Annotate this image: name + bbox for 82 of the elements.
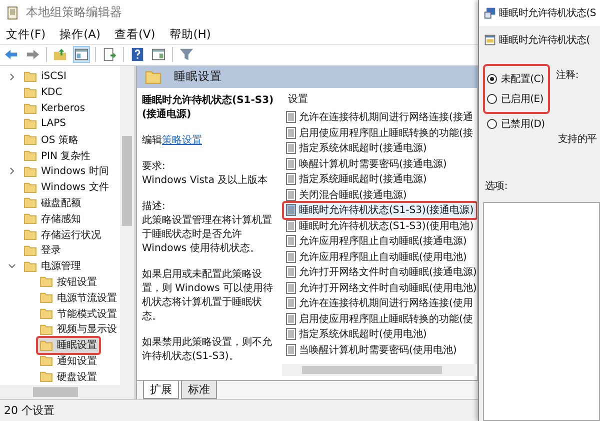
policy-icon <box>286 344 296 356</box>
horizontal-scrollbar[interactable] <box>282 364 477 376</box>
folder-icon <box>24 260 37 272</box>
policy-icon <box>286 297 296 310</box>
radio-indicator[interactable] <box>487 119 497 129</box>
folder-icon <box>24 134 37 146</box>
policy-icon <box>286 312 296 325</box>
folder-icon <box>40 340 53 351</box>
chevron-icon[interactable] <box>8 167 16 176</box>
folder-icon <box>24 71 37 82</box>
window-title: 本地组策略编辑器 <box>26 4 122 22</box>
status-bar: 20 个设置 <box>0 399 478 421</box>
app-icon <box>6 6 20 20</box>
menu-item[interactable]: 帮助(H) <box>169 27 211 42</box>
folder-icon <box>40 371 53 382</box>
tab[interactable]: 扩展 <box>143 381 179 400</box>
policy-icon <box>286 235 296 248</box>
settings-page-icon <box>484 34 496 46</box>
description-label: 描述: <box>142 200 166 214</box>
menu-item[interactable]: 查看(V) <box>114 27 156 42</box>
folder-icon <box>24 118 37 130</box>
radio-indicator[interactable] <box>487 94 497 104</box>
export-icon[interactable] <box>102 47 117 62</box>
folder-icon <box>24 229 37 240</box>
policy-icon <box>286 173 296 186</box>
description-paragraph: 此策略设置管理在将计算机置于睡眠状态时是否允许 Windows 使用待机状态。 <box>142 214 273 256</box>
policy-icon <box>286 250 296 263</box>
folder-icon <box>24 213 37 224</box>
policy-icon <box>286 188 296 201</box>
edit-text: 编辑策略设置 <box>142 134 203 148</box>
description-paragraph: 如果禁用此策略设置，则不允许待机状态(S1-S3)。 <box>142 336 273 364</box>
folder-icon <box>24 166 37 177</box>
policy-icon <box>286 158 296 170</box>
requirements-label: 要求: <box>142 160 166 174</box>
help-icon[interactable] <box>130 47 145 62</box>
column-header: 设置 <box>287 92 309 107</box>
properties-icon[interactable] <box>151 47 166 62</box>
edit-policy-link[interactable]: 策略设置 <box>162 134 202 146</box>
folder-icon <box>145 70 162 84</box>
policy-icon <box>286 111 296 124</box>
policy-icon <box>286 328 296 340</box>
description-paragraph: 如果启用或未配置此策略设置，则 Windows 可以使用待机状态将计算机置于睡眠状态。 <box>142 268 274 324</box>
setting-title: 睡眠时允许待机状态(S1-S3)(接通电源) <box>142 94 275 122</box>
policy-icon <box>286 142 296 154</box>
monitor-icon <box>484 7 496 19</box>
radio-button[interactable]: 未配置(C) <box>487 69 544 89</box>
requirements-text: Windows Vista 及以上版本 <box>142 174 269 188</box>
folder-icon <box>24 86 37 98</box>
dialog-title: 睡眠时允许待机状态(S <box>499 6 596 20</box>
tree-item[interactable]: 睡眠设置 <box>36 336 101 355</box>
dialog-subtitle: 睡眠时允许待机状态( <box>499 34 590 47</box>
panel-icon[interactable] <box>74 47 89 62</box>
radio-button[interactable]: 已启用(E) <box>487 89 544 109</box>
menu-item[interactable]: 文件(F) <box>6 27 46 42</box>
folder-icon <box>24 150 37 162</box>
tab[interactable]: 标准 <box>181 381 217 400</box>
filter-icon[interactable] <box>179 47 194 62</box>
menu-item[interactable]: 操作(A) <box>60 27 100 42</box>
policy-icon <box>286 204 296 216</box>
radio-indicator[interactable] <box>487 74 497 84</box>
policy-icon <box>286 126 296 139</box>
comment-label: 注释: <box>556 68 580 82</box>
setting-item[interactable]: 睡眠时允许待机状态(S1-S3)(接通电源) <box>282 200 477 220</box>
pane-title: 睡眠设置 <box>174 69 222 84</box>
policy-icon <box>286 220 296 232</box>
policy-icon <box>286 282 296 294</box>
chevron-icon[interactable] <box>8 262 16 270</box>
folder-icon <box>40 276 53 288</box>
folder-icon <box>24 102 37 114</box>
folder-icon <box>24 182 37 193</box>
folder-icon <box>24 244 37 256</box>
vertical-scrollbar[interactable] <box>120 66 134 386</box>
folder-up-icon[interactable] <box>53 47 68 62</box>
supported-label: 支持的平 <box>557 132 597 146</box>
chevron-icon[interactable] <box>8 72 16 81</box>
policy-icon <box>286 266 296 278</box>
horizontal-scrollbar[interactable] <box>0 385 134 400</box>
folder-icon <box>40 308 53 320</box>
options-label: 选项: <box>484 180 508 194</box>
folder-icon <box>24 197 37 208</box>
folder-icon <box>40 292 53 304</box>
radio-button[interactable]: 已禁用(D) <box>483 114 550 134</box>
